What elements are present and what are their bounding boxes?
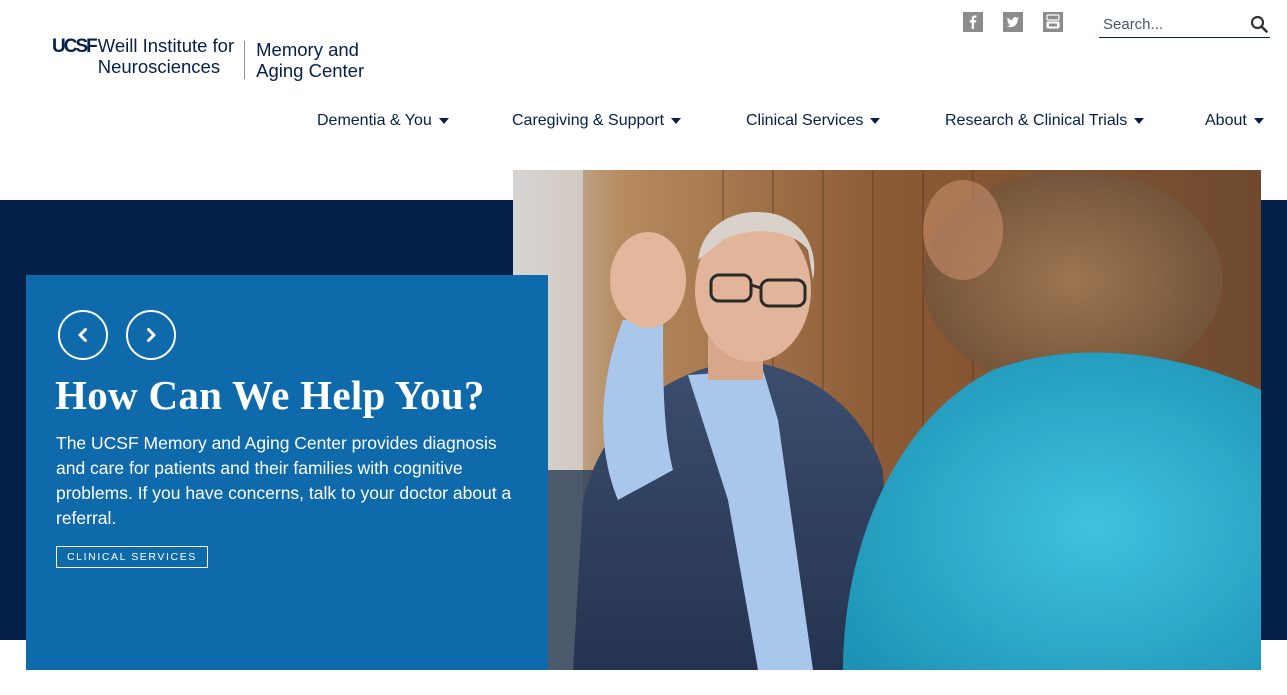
carousel-next-button[interactable] bbox=[126, 310, 176, 360]
nav-label: Dementia & You bbox=[317, 112, 432, 129]
search-icon[interactable] bbox=[1250, 15, 1268, 33]
caret-down-icon bbox=[1134, 118, 1145, 124]
caret-down-icon bbox=[870, 118, 881, 124]
hero-illustration bbox=[513, 170, 1261, 670]
chevron-right-icon bbox=[147, 328, 156, 342]
institute-name-line-1: Weill Institute for bbox=[97, 35, 235, 56]
twitter-glyph bbox=[1006, 17, 1019, 28]
center-name: Memory and Aging Center bbox=[256, 39, 364, 81]
carousel-prev-button[interactable] bbox=[58, 310, 108, 360]
youtube-icon[interactable] bbox=[1043, 12, 1063, 32]
nav-clinical-services[interactable]: Clinical Services bbox=[746, 112, 881, 130]
site-logo[interactable]: UCSF Weill Institute for Neurosciences M… bbox=[52, 35, 364, 81]
youtube-glyph bbox=[1046, 14, 1060, 29]
nav-research-and-clinical-trials[interactable]: Research & Clinical Trials bbox=[945, 112, 1145, 130]
nav-label: Caregiving & Support bbox=[512, 112, 665, 129]
facebook-glyph bbox=[969, 15, 977, 29]
caret-down-icon bbox=[671, 118, 682, 124]
institute-name-line-2: Neurosciences bbox=[97, 56, 221, 77]
center-name-line-2: Aging Center bbox=[256, 60, 365, 81]
hero-title: How Can We Help You? bbox=[55, 372, 485, 418]
center-name-line-1: Memory and bbox=[256, 39, 359, 60]
caret-down-icon bbox=[438, 118, 449, 124]
nav-label: Clinical Services bbox=[746, 112, 864, 129]
search-box bbox=[1099, 10, 1270, 38]
nav-about[interactable]: About bbox=[1205, 112, 1264, 130]
facebook-icon[interactable] bbox=[963, 12, 983, 32]
ucsf-wordmark: UCSF bbox=[52, 36, 98, 57]
nav-label: Research & Clinical Trials bbox=[945, 112, 1128, 129]
caret-down-icon bbox=[1253, 118, 1264, 124]
hero-description: The UCSF Memory and Aging Center provide… bbox=[56, 433, 512, 528]
clinical-services-button[interactable]: CLINICAL SERVICES bbox=[56, 546, 208, 568]
nav-dementia-and-you[interactable]: Dementia & You bbox=[317, 112, 449, 130]
nav-caregiving-and-support[interactable]: Caregiving & Support bbox=[512, 112, 682, 130]
search-input[interactable] bbox=[1103, 12, 1243, 36]
logo-divider bbox=[244, 41, 246, 79]
institute-name: Weill Institute for Neurosciences bbox=[98, 35, 234, 77]
hero-card: How Can We Help You? The UCSF Memory and… bbox=[26, 275, 548, 670]
twitter-icon[interactable] bbox=[1003, 12, 1023, 32]
hero-photo bbox=[513, 170, 1261, 670]
nav-label: About bbox=[1205, 112, 1247, 129]
chevron-left-icon bbox=[78, 328, 87, 342]
